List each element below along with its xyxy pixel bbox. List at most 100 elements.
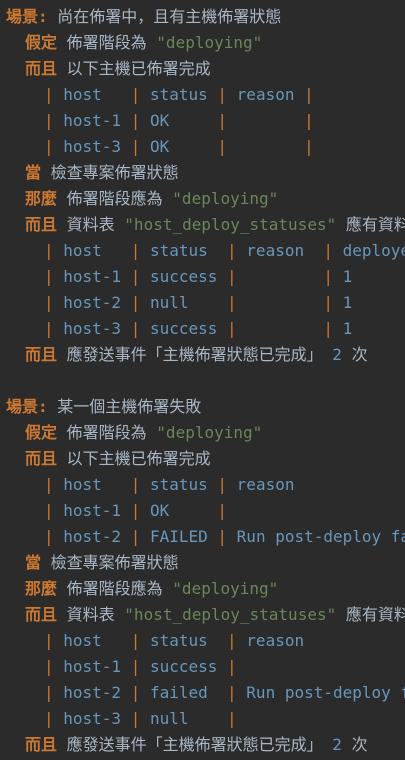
code-line[interactable]: 而且 以下主機已佈署完成 [25, 446, 211, 472]
table-cell [237, 111, 304, 130]
table-cell: OK [149, 111, 218, 130]
table-pipe: | [304, 137, 324, 156]
code-line[interactable]: | host | status | reason [44, 472, 304, 498]
table-cell: Run post-deploy failed [236, 527, 405, 546]
table-cell: host [63, 85, 131, 104]
table-row: | host | status | reason | [44, 85, 333, 104]
table-pipe: | [130, 657, 150, 676]
code-line[interactable]: | host-1 | OK | | [44, 108, 333, 134]
gherkin-keyword: 而且 [25, 735, 58, 754]
code-editor[interactable]: 場景: 尚在佈署中，且有主機佈署狀態 假定 佈署階段為 "deploying" 而且… [0, 0, 405, 760]
table-cell [323, 111, 333, 130]
table-pipe: | [44, 241, 64, 260]
code-line[interactable]: | host | status | reason | [44, 82, 333, 108]
table-pipe: | [227, 683, 247, 702]
table-pipe: | [130, 267, 150, 286]
code-line[interactable]: | host-2 | null | | 1 [44, 290, 362, 316]
code-line[interactable]: 假定 佈署階段為 "deploying" [25, 30, 262, 56]
table-pipe: | [217, 137, 237, 156]
table-pipe: | [130, 137, 150, 156]
code-line[interactable]: | host | status | reason | deployed [44, 238, 405, 264]
table-cell: reason [236, 475, 305, 494]
table-pipe: | [44, 267, 64, 286]
gherkin-keyword: 假定 [25, 33, 58, 52]
code-line[interactable]: 而且 應發送事件「主機佈署狀態已完成」 2 次 [25, 732, 368, 758]
table-row: | host-1 | success | [44, 657, 256, 676]
table-cell [246, 657, 256, 676]
table-pipe: | [44, 85, 64, 104]
table-row: | host-2 | null | | 1 [44, 293, 362, 312]
table-row: | host | status | reason | deployed [44, 241, 405, 260]
table-row: | host-2 | failed | Run post-deploy fail… [44, 683, 405, 702]
string-literal: "deploying" [156, 33, 263, 52]
table-pipe: | [130, 475, 150, 494]
table-cell [246, 267, 323, 286]
code-line[interactable]: 當 檢查專案佈署狀態 [25, 160, 179, 186]
gherkin-keyword: 而且 [25, 59, 58, 78]
table-cell: host-1 [63, 657, 131, 676]
code-line[interactable]: | host-3 | OK | | [44, 134, 333, 160]
table-cell: 1 [342, 319, 362, 338]
code-line[interactable]: 假定 佈署階段為 "deploying" [25, 420, 262, 446]
table-cell: deployed [342, 241, 405, 260]
table-pipe: | [217, 85, 237, 104]
code-line[interactable]: 而且 資料表 "host_deploy_statuses" 應有資料 [25, 602, 405, 628]
table-cell: host-1 [63, 501, 131, 520]
table-pipe: | [217, 475, 237, 494]
code-line[interactable]: | host-1 | OK | [44, 498, 246, 524]
table-cell: Run post-deploy failed [246, 683, 405, 702]
table-cell: status [149, 475, 218, 494]
code-line[interactable]: 而且 資料表 "host_deploy_statuses" 應有資料 [25, 212, 405, 238]
string-literal: "host_deploy_statuses" [124, 605, 337, 624]
gherkin-keyword: 假定 [25, 423, 58, 442]
code-line[interactable]: | host-2 | FAILED | Run post-deploy fail… [44, 524, 405, 550]
table-row: | host-3 | OK | | [44, 137, 333, 156]
table-pipe: | [217, 527, 237, 546]
table-row: | host-3 | null | [44, 709, 256, 728]
code-line[interactable]: | host-2 | failed | Run post-deploy fail… [44, 680, 405, 706]
code-line[interactable]: | host-3 | success | | 1 [44, 316, 362, 342]
table-cell: host [63, 475, 131, 494]
step-text: 佈署階段為 [57, 423, 157, 442]
code-line[interactable]: | host | status | reason [44, 628, 314, 654]
table-row: | host-1 | OK | | [44, 111, 333, 130]
table-pipe: | [44, 631, 64, 650]
table-pipe: | [227, 631, 247, 650]
table-cell: 1 [342, 293, 362, 312]
table-pipe: | [304, 111, 324, 130]
step-text: 以下主機已佈署完成 [57, 449, 211, 468]
step-text: 應發送事件「主機佈署狀態已完成」 [57, 345, 333, 364]
code-line[interactable]: | host-3 | null | [44, 706, 256, 732]
table-pipe: | [217, 111, 237, 130]
table-cell: failed [149, 683, 228, 702]
table-pipe: | [130, 241, 150, 260]
code-line[interactable]: | host-1 | success | | 1 [44, 264, 362, 290]
table-pipe: | [44, 319, 64, 338]
table-pipe: | [130, 319, 150, 338]
table-cell: status [149, 85, 218, 104]
code-line[interactable]: 那麼 佈署階段應為 "deploying" [25, 576, 278, 602]
code-line[interactable]: 而且 以下主機已佈署完成 [25, 56, 211, 82]
code-line[interactable]: 當 檢查專案佈署狀態 [25, 550, 179, 576]
table-pipe: | [323, 293, 343, 312]
gherkin-keyword: 而且 [25, 345, 58, 364]
table-pipe: | [130, 683, 150, 702]
table-cell: reason [246, 631, 314, 650]
table-pipe: | [130, 85, 150, 104]
table-cell [246, 709, 256, 728]
table-pipe: | [130, 501, 150, 520]
code-line[interactable]: 場景: 尚在佈署中，且有主機佈署狀態 [6, 4, 281, 30]
table-row: | host-1 | OK | [44, 501, 246, 520]
code-line[interactable]: 而且 應發送事件「主機佈署狀態已完成」 2 次 [25, 342, 368, 368]
table-pipe: | [44, 527, 64, 546]
code-line[interactable]: 場景: 某一個主機佈署失敗 [6, 394, 201, 420]
table-pipe: | [44, 475, 64, 494]
table-cell: host-1 [63, 111, 131, 130]
code-line[interactable]: | host-1 | success | [44, 654, 256, 680]
table-cell: reason [236, 85, 305, 104]
table-cell: null [149, 293, 228, 312]
table-pipe: | [44, 683, 64, 702]
table-pipe: | [227, 267, 247, 286]
code-line[interactable]: 那麼 佈署階段應為 "deploying" [25, 186, 278, 212]
number-literal: 2 [332, 345, 342, 364]
